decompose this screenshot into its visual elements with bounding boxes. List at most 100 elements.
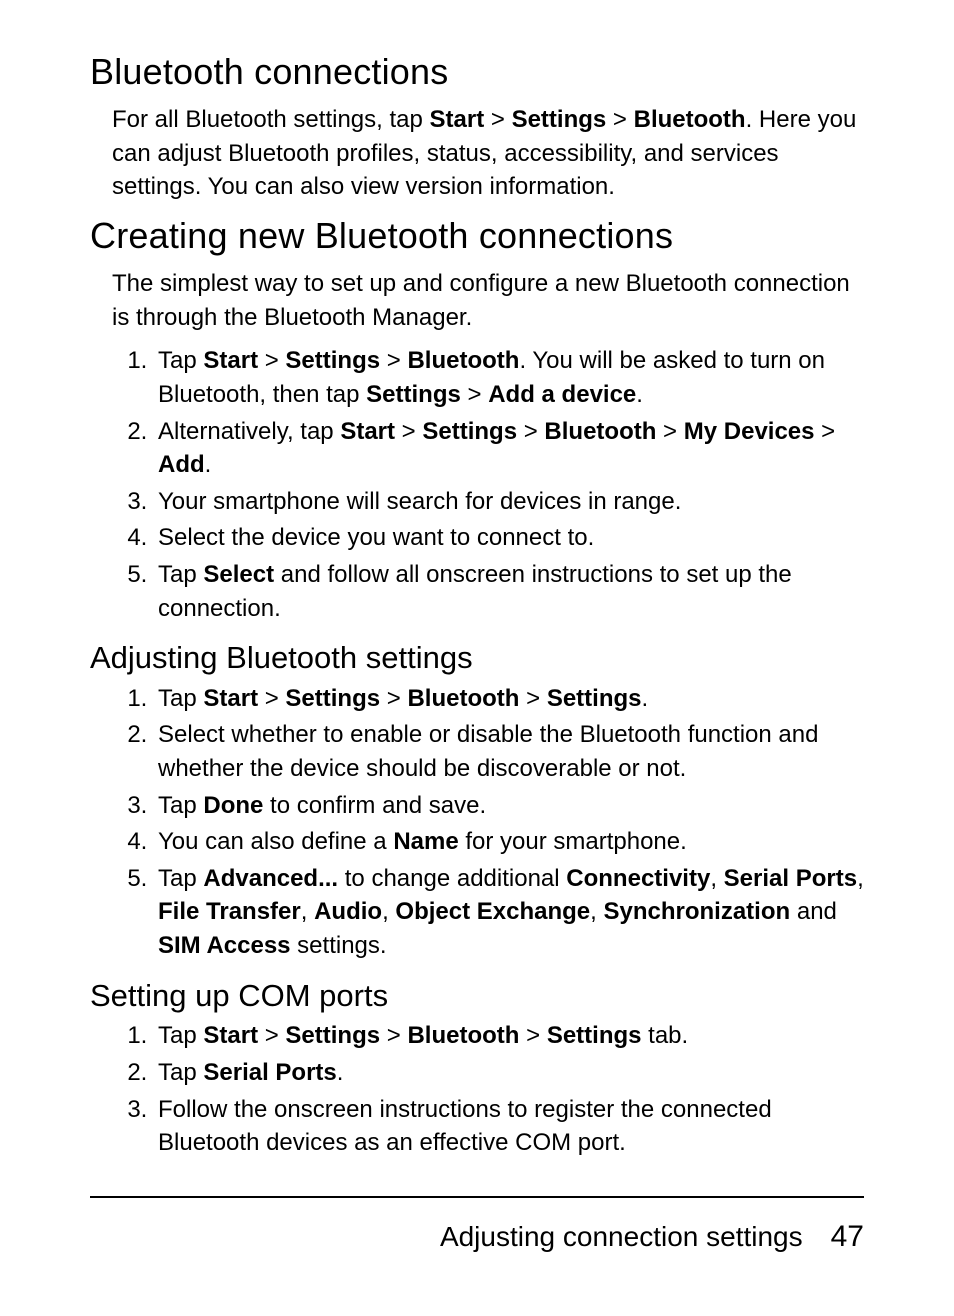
text: > <box>656 418 683 445</box>
text: , <box>590 898 603 925</box>
text: tab. <box>642 1022 689 1049</box>
footer-page-number: 47 <box>831 1220 864 1254</box>
text: and <box>790 898 837 925</box>
list-item: Tap Start > Settings > Bluetooth > Setti… <box>154 682 864 716</box>
text: , <box>857 865 864 892</box>
bold-bluetooth: Bluetooth <box>407 347 519 374</box>
bold-start: Start <box>203 1022 258 1049</box>
text: > <box>258 685 285 712</box>
text: > <box>380 347 407 374</box>
text: Tap <box>158 865 203 892</box>
heading-setting-up-com-ports: Setting up COM ports <box>90 977 864 1016</box>
bold-add: Add <box>158 451 205 478</box>
heading-adjusting-bt-settings: Adjusting Bluetooth settings <box>90 639 864 678</box>
bold-bluetooth: Bluetooth <box>407 685 519 712</box>
bold-my-devices: My Devices <box>684 418 815 445</box>
heading-creating-new-bt-connections: Creating new Bluetooth connections <box>90 214 864 257</box>
list-item: You can also define a Name for your smar… <box>154 825 864 859</box>
list-item: Alternatively, tap Start > Settings > Bl… <box>154 415 864 482</box>
text: > <box>380 685 407 712</box>
list-creating-new-bt: Tap Start > Settings > Bluetooth. You wi… <box>112 344 864 625</box>
footer-divider <box>90 1196 864 1198</box>
list-item: Follow the onscreen instructions to regi… <box>154 1093 864 1160</box>
bold-audio: Audio <box>314 898 382 925</box>
bold-bluetooth: Bluetooth <box>634 106 746 133</box>
text: Tap <box>158 347 203 374</box>
bold-settings: Settings <box>285 685 380 712</box>
paragraph-simplest-way: The simplest way to set up and configure… <box>112 267 864 334</box>
text: For all Bluetooth settings, tap <box>112 106 430 133</box>
list-item: Select the device you want to connect to… <box>154 521 864 555</box>
bold-settings: Settings <box>512 106 607 133</box>
bold-done: Done <box>203 792 263 819</box>
list-item: Tap Start > Settings > Bluetooth. You wi… <box>154 344 864 411</box>
text: > <box>815 418 836 445</box>
bold-file-transfer: File Transfer <box>158 898 301 925</box>
list-item: Select whether to enable or disable the … <box>154 718 864 785</box>
text: , <box>301 898 314 925</box>
bold-add-device: Add a device <box>488 381 636 408</box>
bold-name: Name <box>393 828 458 855</box>
bold-start: Start <box>340 418 395 445</box>
bold-settings: Settings <box>422 418 517 445</box>
text: > <box>395 418 422 445</box>
text: > <box>519 1022 546 1049</box>
text: . <box>205 451 212 478</box>
text: Tap <box>158 1022 203 1049</box>
bold-start: Start <box>203 685 258 712</box>
page: Bluetooth connections For all Bluetooth … <box>0 0 954 1316</box>
text: Tap <box>158 792 203 819</box>
text: to confirm and save. <box>263 792 486 819</box>
bold-bluetooth: Bluetooth <box>544 418 656 445</box>
list-adjusting-bt: Tap Start > Settings > Bluetooth > Setti… <box>112 682 864 963</box>
list-item: Tap Select and follow all onscreen instr… <box>154 558 864 625</box>
text: , <box>382 898 395 925</box>
text: for your smartphone. <box>459 828 687 855</box>
text: You can also define a <box>158 828 393 855</box>
bold-settings: Settings <box>547 685 642 712</box>
text: > <box>517 418 544 445</box>
list-item: Your smartphone will search for devices … <box>154 485 864 519</box>
footer-section-title: Adjusting connection settings <box>440 1221 803 1253</box>
bold-settings: Settings <box>285 1022 380 1049</box>
paragraph-bt-overview: For all Bluetooth settings, tap Start > … <box>112 103 864 204</box>
bold-serial-ports: Serial Ports <box>724 865 857 892</box>
text: > <box>258 1022 285 1049</box>
bold-settings: Settings <box>285 347 380 374</box>
bold-synchronization: Synchroniza­tion <box>603 898 790 925</box>
bold-serial-ports: Serial Ports <box>203 1059 336 1086</box>
text: > <box>380 1022 407 1049</box>
bold-start: Start <box>430 106 485 133</box>
bold-settings: Settings <box>547 1022 642 1049</box>
heading-bluetooth-connections: Bluetooth connections <box>90 50 864 93</box>
text: to change additional <box>338 865 566 892</box>
text: , <box>710 865 723 892</box>
text: . <box>642 685 649 712</box>
text: > <box>258 347 285 374</box>
bold-connectivity: Connectivity <box>566 865 710 892</box>
bold-select: Select <box>203 561 274 588</box>
list-com-ports: Tap Start > Settings > Bluetooth > Setti… <box>112 1019 864 1159</box>
text: settings. <box>291 932 387 959</box>
list-item: Tap Start > Settings > Bluetooth > Setti… <box>154 1019 864 1053</box>
text: Tap <box>158 1059 203 1086</box>
list-item: Tap Done to confirm and save. <box>154 789 864 823</box>
text: Alternatively, tap <box>158 418 340 445</box>
bold-object-exchange: Object Exchange <box>395 898 590 925</box>
text: . <box>337 1059 344 1086</box>
list-item: Tap Advanced... to change additional Con… <box>154 862 864 963</box>
list-item: Tap Serial Ports. <box>154 1056 864 1090</box>
bold-bluetooth: Bluetooth <box>407 1022 519 1049</box>
text: > <box>484 106 511 133</box>
text: > <box>519 685 546 712</box>
text: > <box>461 381 488 408</box>
text: > <box>606 106 633 133</box>
bold-advanced: Advanced... <box>203 865 338 892</box>
text: . <box>636 381 643 408</box>
text: Tap <box>158 685 203 712</box>
text: Tap <box>158 561 203 588</box>
bold-sim-access: SIM Access <box>158 932 291 959</box>
bold-start: Start <box>203 347 258 374</box>
page-footer: Adjusting connection settings 47 <box>90 1220 864 1254</box>
bold-settings: Settings <box>366 381 461 408</box>
